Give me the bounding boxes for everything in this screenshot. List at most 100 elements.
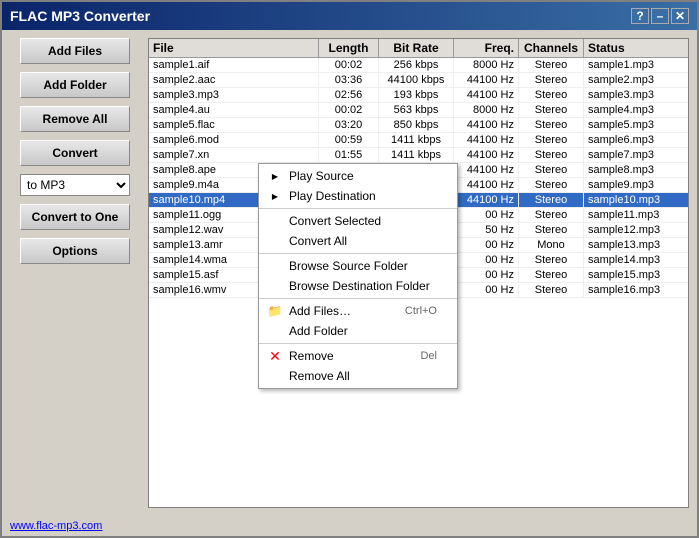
left-panel: Add Files Add Folder Remove All Convert …	[10, 38, 140, 508]
context-menu-item[interactable]: Remove All	[259, 366, 457, 386]
add-files-button[interactable]: Add Files	[20, 38, 130, 64]
add-folder-button[interactable]: Add Folder	[20, 72, 130, 98]
right-panel: File Length Bit Rate Freq. Channels Stat…	[148, 38, 689, 508]
table-row[interactable]: sample5.flac 03:20 850 kbps 44100 Hz Ste…	[149, 118, 688, 133]
cell-channels: Stereo	[519, 208, 584, 222]
context-menu-item[interactable]: ▶ Play Destination	[259, 186, 457, 206]
context-menu-item[interactable]: ▶ Play Source	[259, 166, 457, 186]
cell-length: 03:36	[319, 73, 379, 87]
cell-freq: 00 Hz	[454, 238, 519, 252]
table-row[interactable]: sample7.xn 01:55 1411 kbps 44100 Hz Ster…	[149, 148, 688, 163]
cell-length: 02:56	[319, 88, 379, 102]
cell-channels: Stereo	[519, 163, 584, 177]
col-header-file: File	[149, 39, 319, 57]
cell-status: sample9.mp3	[584, 178, 688, 192]
col-header-channels: Channels	[519, 39, 584, 57]
cell-bitrate: 563 kbps	[379, 103, 454, 117]
cell-status: sample6.mp3	[584, 133, 688, 147]
cell-status: sample4.mp3	[584, 103, 688, 117]
context-menu-separator	[259, 298, 457, 299]
close-button[interactable]: ✕	[671, 8, 689, 24]
play-icon: ▶	[267, 192, 283, 201]
cell-freq: 00 Hz	[454, 208, 519, 222]
context-menu-item[interactable]: Add Folder	[259, 321, 457, 341]
table-header: File Length Bit Rate Freq. Channels Stat…	[149, 39, 688, 58]
cell-file: sample2.aac	[149, 73, 319, 87]
cell-status: sample15.mp3	[584, 268, 688, 282]
context-menu-item[interactable]: Browse Source Folder	[259, 256, 457, 276]
convert-button[interactable]: Convert	[20, 140, 130, 166]
cell-status: sample10.mp3	[584, 193, 688, 207]
context-menu-label: Add Files…	[289, 304, 351, 318]
table-row[interactable]: sample6.mod 00:59 1411 kbps 44100 Hz Ste…	[149, 133, 688, 148]
cell-freq: 44100 Hz	[454, 73, 519, 87]
cell-channels: Stereo	[519, 88, 584, 102]
cell-channels: Stereo	[519, 253, 584, 267]
context-menu-item[interactable]: Convert Selected	[259, 211, 457, 231]
cell-channels: Stereo	[519, 133, 584, 147]
cell-length: 00:59	[319, 133, 379, 147]
format-dropdown-row: to MP3 to WAV to FLAC to AAC	[20, 174, 130, 196]
table-row[interactable]: sample1.aif 00:02 256 kbps 8000 Hz Stere…	[149, 58, 688, 73]
cell-freq: 8000 Hz	[454, 58, 519, 72]
status-bar: www.flac-mp3.com	[2, 516, 697, 536]
remove-icon: ✕	[267, 348, 283, 365]
cell-length: 00:02	[319, 103, 379, 117]
cell-freq: 44100 Hz	[454, 193, 519, 207]
cell-freq: 44100 Hz	[454, 118, 519, 132]
context-menu-separator	[259, 253, 457, 254]
cell-status: sample5.mp3	[584, 118, 688, 132]
context-menu-item[interactable]: Convert All	[259, 231, 457, 251]
cell-status: sample1.mp3	[584, 58, 688, 72]
cell-freq: 44100 Hz	[454, 88, 519, 102]
context-menu-label: Play Destination	[289, 189, 376, 203]
cell-status: sample13.mp3	[584, 238, 688, 252]
cell-status: sample3.mp3	[584, 88, 688, 102]
cell-channels: Stereo	[519, 223, 584, 237]
col-header-status: Status	[584, 39, 688, 57]
help-button[interactable]: ?	[631, 8, 649, 24]
context-menu-label: Convert Selected	[289, 214, 381, 228]
title-bar-buttons: ? – ✕	[631, 8, 689, 24]
context-menu-item[interactable]: 📁Add Files…Ctrl+O	[259, 301, 457, 321]
options-button[interactable]: Options	[20, 238, 130, 264]
context-menu-label: Play Source	[289, 169, 354, 183]
table-row[interactable]: sample4.au 00:02 563 kbps 8000 Hz Stereo…	[149, 103, 688, 118]
cell-channels: Mono	[519, 238, 584, 252]
minimize-button[interactable]: –	[651, 8, 669, 24]
main-window: FLAC MP3 Converter ? – ✕ Add Files Add F…	[0, 0, 699, 538]
cell-freq: 44100 Hz	[454, 178, 519, 192]
context-menu-item[interactable]: Browse Destination Folder	[259, 276, 457, 296]
cell-channels: Stereo	[519, 178, 584, 192]
table-row[interactable]: sample2.aac 03:36 44100 kbps 44100 Hz St…	[149, 73, 688, 88]
cell-bitrate: 1411 kbps	[379, 133, 454, 147]
cell-file: sample5.flac	[149, 118, 319, 132]
cell-freq: 50 Hz	[454, 223, 519, 237]
remove-all-button[interactable]: Remove All	[20, 106, 130, 132]
context-menu-item[interactable]: ✕RemoveDel	[259, 346, 457, 366]
table-row[interactable]: sample3.mp3 02:56 193 kbps 44100 Hz Ster…	[149, 88, 688, 103]
cell-freq: 44100 Hz	[454, 133, 519, 147]
cell-channels: Stereo	[519, 148, 584, 162]
cell-status: sample12.mp3	[584, 223, 688, 237]
cell-freq: 44100 Hz	[454, 163, 519, 177]
col-header-bitrate: Bit Rate	[379, 39, 454, 57]
cell-status: sample11.mp3	[584, 208, 688, 222]
cell-channels: Stereo	[519, 103, 584, 117]
cell-channels: Stereo	[519, 193, 584, 207]
convert-to-one-button[interactable]: Convert to One	[20, 204, 130, 230]
cell-length: 00:02	[319, 58, 379, 72]
cell-file: sample1.aif	[149, 58, 319, 72]
play-icon: ▶	[267, 172, 283, 181]
window-title: FLAC MP3 Converter	[10, 8, 150, 24]
cell-freq: 44100 Hz	[454, 148, 519, 162]
website-link[interactable]: www.flac-mp3.com	[10, 520, 102, 532]
context-menu-label: Remove All	[289, 369, 350, 383]
cell-freq: 8000 Hz	[454, 103, 519, 117]
cell-channels: Stereo	[519, 268, 584, 282]
format-dropdown[interactable]: to MP3 to WAV to FLAC to AAC	[20, 174, 130, 196]
context-menu-label: Browse Source Folder	[289, 259, 408, 273]
cell-file: sample3.mp3	[149, 88, 319, 102]
cell-freq: 00 Hz	[454, 253, 519, 267]
context-menu: ▶ Play Source ▶ Play Destination Convert Sel…	[258, 163, 458, 389]
